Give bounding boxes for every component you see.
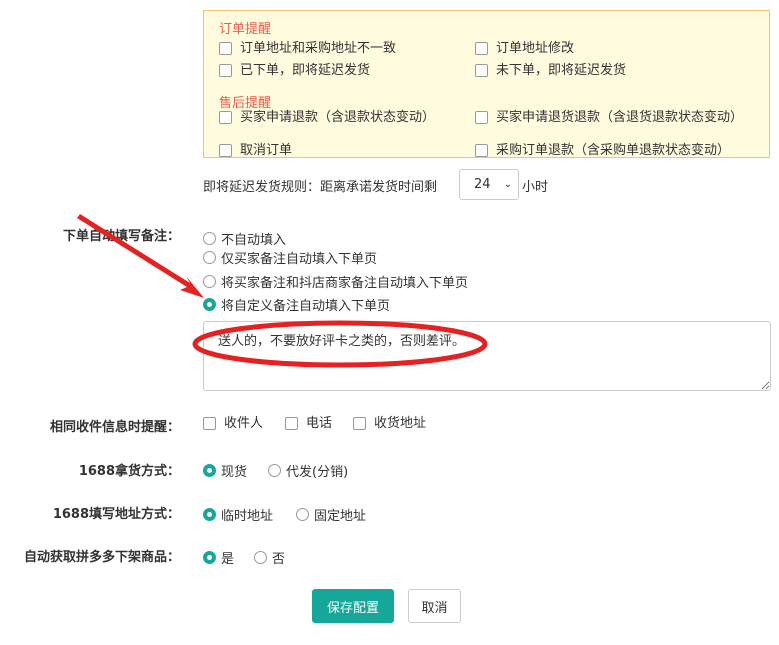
address-mode-label: 1688填写地址方式： bbox=[52, 507, 180, 522]
radio-no[interactable]: 否 bbox=[254, 548, 285, 567]
radio-yes[interactable]: 是 bbox=[203, 548, 234, 567]
custom-remark-textarea[interactable]: 送人的，不要放好评卡之类的，否则差评。 bbox=[203, 321, 771, 391]
delay-hours-value: 24 bbox=[474, 177, 491, 192]
delay-rule-label: 即将延迟发货规则：距离承诺发货时间剩 bbox=[203, 180, 438, 195]
checkbox-refund-request[interactable]: 买家申请退款（含退款状态变动） bbox=[219, 110, 439, 125]
same-info-label: 相同收件信息时提醒： bbox=[49, 420, 180, 435]
auto-remark-label: 下单自动填写备注： bbox=[62, 229, 180, 244]
pickup-label: 1688拿货方式： bbox=[78, 464, 180, 479]
after-sale-alerts-title: 售后提醒 bbox=[219, 96, 272, 111]
checkbox-address[interactable]: 收货地址 bbox=[353, 416, 426, 431]
radio-buyer-and-shop-remark[interactable]: 将买家备注和抖店商家备注自动填入下单页 bbox=[203, 272, 468, 291]
cancel-button[interactable]: 取消 bbox=[408, 589, 461, 623]
delay-hours-select[interactable]: 24 ⌄ bbox=[459, 169, 519, 200]
radio-temp-address[interactable]: 临时地址 bbox=[203, 505, 273, 524]
delay-unit: 小时 bbox=[522, 180, 549, 195]
checkbox-return-refund-request[interactable]: 买家申请退货退款（含退货退款状态变动） bbox=[475, 110, 750, 125]
radio-in-stock[interactable]: 现货 bbox=[203, 461, 247, 480]
checkbox-ordered-delay[interactable]: 已下单，即将延迟发货 bbox=[219, 63, 370, 78]
checkbox-phone[interactable]: 电话 bbox=[285, 416, 332, 431]
alert-settings-box: 订单提醒 订单地址和采购地址不一致 订单地址修改 已下单，即将延迟发货 未下单，… bbox=[203, 10, 770, 158]
pdd-label: 自动获取拼多多下架商品： bbox=[23, 550, 180, 565]
radio-no-auto-fill[interactable]: 不自动填入 bbox=[203, 229, 286, 248]
radio-fixed-address[interactable]: 固定地址 bbox=[296, 505, 366, 524]
checkbox-not-ordered-delay[interactable]: 未下单，即将延迟发货 bbox=[475, 63, 626, 78]
radio-custom-remark[interactable]: 将自定义备注自动填入下单页 bbox=[203, 295, 390, 314]
checkbox-cancel-order[interactable]: 取消订单 bbox=[219, 143, 292, 158]
checkbox-address-modified[interactable]: 订单地址修改 bbox=[475, 41, 574, 56]
radio-buyer-remark[interactable]: 仅买家备注自动填入下单页 bbox=[203, 248, 377, 267]
order-alerts-title: 订单提醒 bbox=[219, 22, 272, 37]
checkbox-purchase-refund[interactable]: 采购订单退款（含采购单退款状态变动） bbox=[475, 143, 730, 158]
chevron-down-icon: ⌄ bbox=[503, 179, 512, 190]
checkbox-recipient[interactable]: 收件人 bbox=[203, 416, 263, 431]
radio-dropship[interactable]: 代发(分销) bbox=[268, 461, 348, 480]
checkbox-address-mismatch[interactable]: 订单地址和采购地址不一致 bbox=[219, 41, 396, 56]
save-button[interactable]: 保存配置 bbox=[312, 589, 394, 623]
